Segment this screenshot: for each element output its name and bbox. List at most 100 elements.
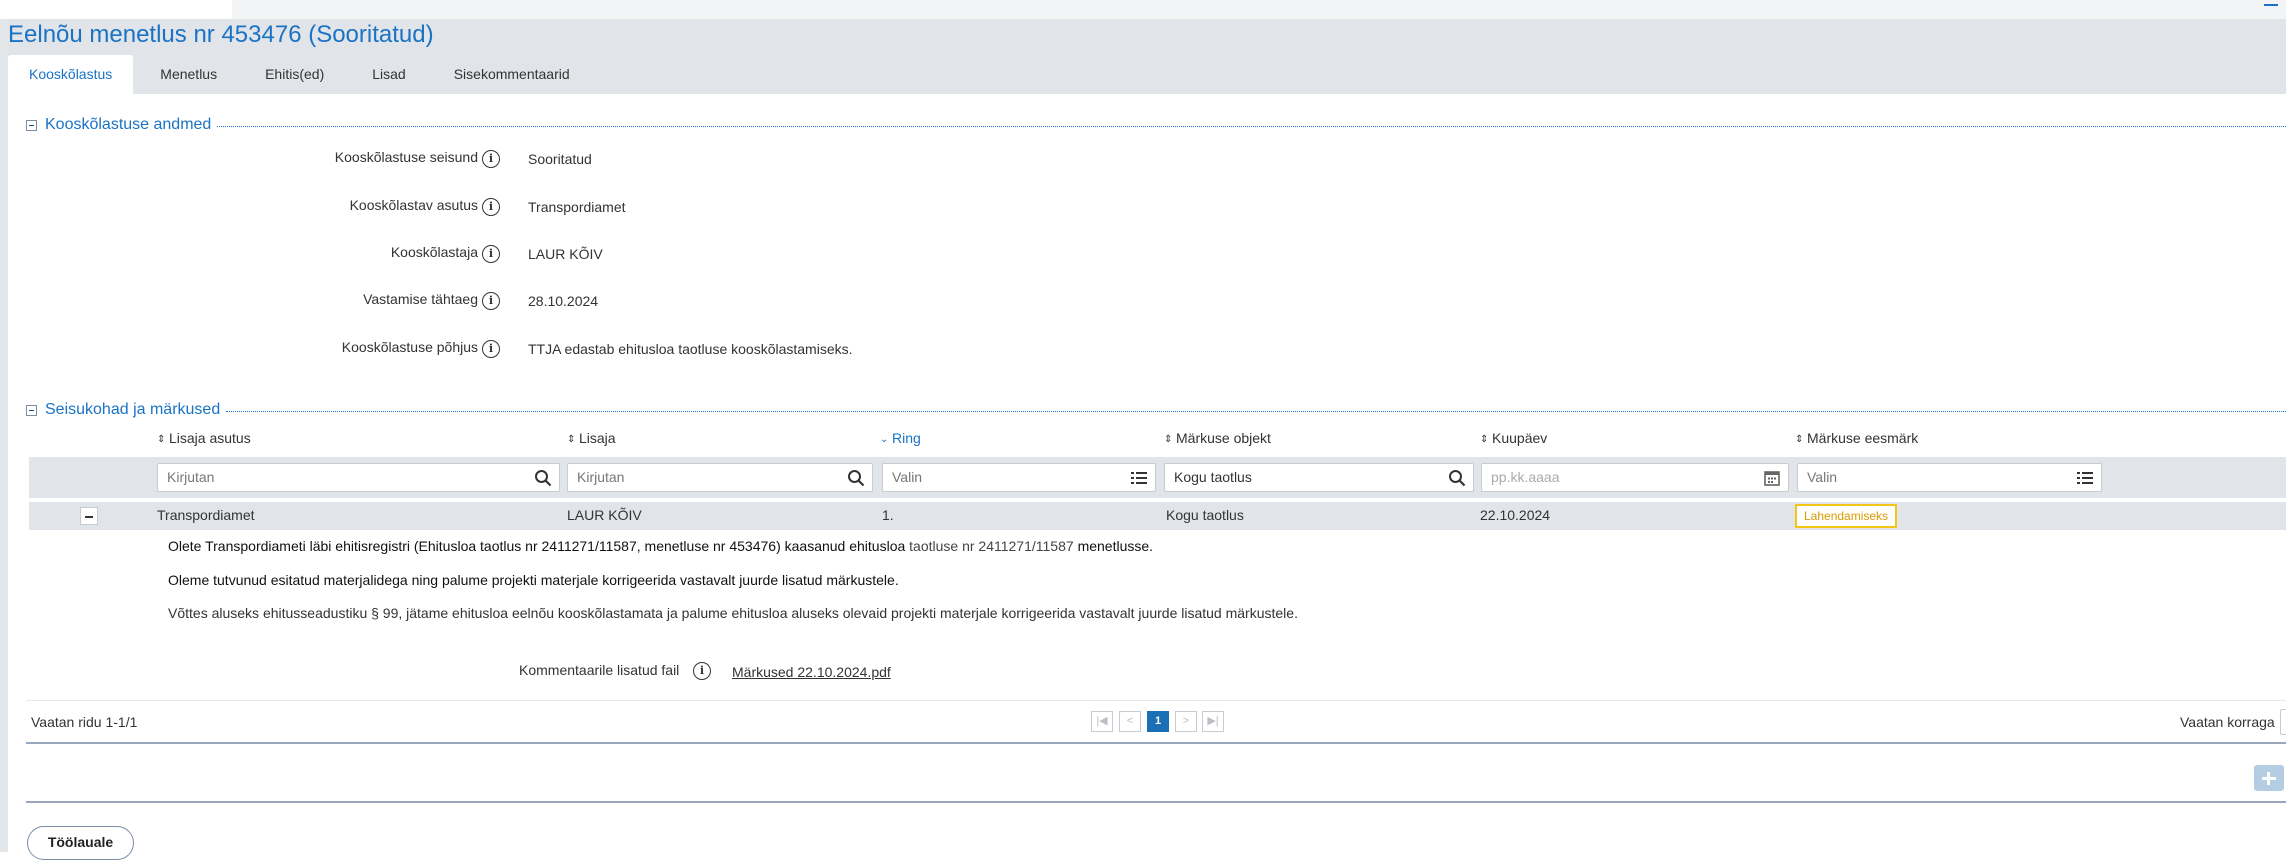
top-strip-left	[0, 0, 232, 19]
info-icon[interactable]: i	[482, 292, 500, 310]
column-label: Märkuse objekt	[1176, 430, 1271, 446]
column-header-date[interactable]: ⇕ Kuupäev	[1480, 430, 1547, 446]
field-label: Kooskõlastuse põhjus	[341, 339, 478, 355]
table-bottom-border	[26, 742, 2286, 744]
field-row-agency: Kooskõlastav asutus i Transpordiamet	[0, 197, 1200, 217]
sort-desc-icon: ⌄	[880, 434, 889, 445]
column-header-purpose[interactable]: ⇕ Märkuse eesmärk	[1795, 430, 1918, 446]
section-divider	[217, 125, 2286, 127]
worklist-button[interactable]: Töölauale	[27, 826, 134, 860]
filter-round-select[interactable]: Valin	[882, 463, 1156, 492]
field-label: Vastamise tähtaeg	[363, 291, 478, 307]
attachment-label: Kommentaarile lisatud fail	[519, 662, 680, 678]
comment-paragraph: Oleme tutvunud esitatud materjalidega ni…	[168, 572, 899, 588]
tab-ehitised[interactable]: Ehitis(ed)	[244, 55, 345, 94]
status-badge: Lahendamiseks	[1795, 504, 1898, 528]
column-header-author[interactable]: ⇕ Lisaja	[567, 430, 616, 446]
column-label: Lisaja asutus	[169, 430, 251, 446]
column-label: Ring	[892, 430, 921, 446]
cell-author: LAUR KÕIV	[567, 507, 642, 523]
page-button-current[interactable]: 1	[1147, 711, 1169, 732]
cell-object: Kogu taotlus	[1166, 507, 1244, 523]
next-page-button[interactable]: >	[1175, 711, 1197, 732]
section-divider	[226, 410, 2286, 412]
filter-object-input[interactable]: Kogu taotlus	[1164, 463, 1474, 492]
attachment-link[interactable]: Märkused 22.10.2024.pdf	[732, 664, 891, 680]
search-icon[interactable]	[1448, 469, 1466, 487]
collapse-row-icon[interactable]	[80, 507, 98, 525]
cell-date: 22.10.2024	[1480, 507, 1551, 523]
remarks-section-header: Seisukohad ja märkused	[26, 401, 2286, 419]
filter-agency-input[interactable]: Kirjutan	[157, 463, 560, 492]
field-value: LAUR KÕIV	[528, 246, 603, 262]
column-label: Lisaja	[579, 430, 616, 446]
sort-icon: ⇕	[1795, 434, 1804, 445]
info-icon[interactable]: i	[482, 340, 500, 358]
list-icon[interactable]	[2076, 469, 2094, 487]
search-icon[interactable]	[534, 469, 552, 487]
field-label: Kooskõlastav asutus	[349, 197, 478, 213]
per-page-select[interactable]	[2280, 709, 2286, 735]
last-page-button[interactable]: ▶|	[1202, 711, 1224, 732]
tab-sisekommentaarid[interactable]: Sisekommentaarid	[433, 55, 591, 94]
page-title: Eelnõu menetlus nr 453476 (Sooritatud)	[8, 21, 434, 48]
top-right-indicator	[2264, 0, 2278, 6]
filter-author-input[interactable]: Kirjutan	[567, 463, 873, 492]
comment-paragraph: Võttes aluseks ehitusseadustiku § 99, jä…	[168, 605, 1298, 621]
sort-icon: ⇕	[1480, 434, 1489, 445]
field-row-status: Kooskõlastuse seisund i Sooritatud	[0, 149, 1200, 169]
info-icon[interactable]: i	[482, 150, 500, 168]
row-count: Vaatan ridu 1-1/1	[31, 714, 138, 730]
comment-text: menetlusse.	[1077, 538, 1154, 554]
tab-lisad[interactable]: Lisad	[351, 55, 426, 94]
collapse-section-icon[interactable]	[26, 404, 37, 416]
tab-menetlus[interactable]: Menetlus	[139, 55, 238, 94]
sort-icon: ⇕	[157, 434, 166, 445]
cell-round: 1.	[882, 507, 894, 523]
first-page-button[interactable]: |◀	[1091, 711, 1113, 732]
collapse-section-icon[interactable]	[26, 119, 37, 131]
per-page-label: Vaatan korraga	[2180, 714, 2275, 730]
calendar-icon[interactable]	[1763, 469, 1781, 487]
list-icon[interactable]	[1130, 469, 1148, 487]
sort-icon: ⇕	[1164, 434, 1173, 445]
column-label: Märkuse eesmärk	[1807, 430, 1919, 446]
filter-placeholder: Kirjutan	[577, 469, 625, 485]
field-row-reason: Kooskõlastuse põhjus i TTJA edastab ehit…	[0, 339, 1200, 359]
column-header-round[interactable]: ⌄ Ring	[880, 430, 921, 446]
info-icon[interactable]: i	[482, 245, 500, 263]
prev-page-button[interactable]: <	[1119, 711, 1141, 732]
filter-placeholder: Valin	[892, 469, 923, 485]
column-header-agency[interactable]: ⇕ Lisaja asutus	[157, 430, 251, 446]
remarks-section-title: Seisukohad ja märkused	[45, 401, 221, 418]
info-icon[interactable]: i	[693, 662, 711, 680]
column-label: Kuupäev	[1492, 430, 1548, 446]
filter-purpose-select[interactable]: Valin	[1797, 463, 2102, 492]
info-icon[interactable]: i	[482, 198, 500, 216]
top-strip	[0, 0, 2286, 19]
field-value: Transpordiamet	[528, 199, 626, 215]
tab-kooskolastus[interactable]: Kooskõlastus	[8, 55, 134, 94]
field-value: Sooritatud	[528, 151, 592, 167]
table-row[interactable]	[29, 502, 2286, 530]
comment-text-reference: taotluse nr 2411271/11587	[909, 538, 1074, 554]
filter-placeholder: Valin	[1807, 469, 1838, 485]
page-header: Eelnõu menetlus nr 453476 (Sooritatud) K…	[8, 19, 2286, 94]
filter-value: Kogu taotlus	[1174, 469, 1252, 485]
search-icon[interactable]	[847, 469, 865, 487]
left-edge-bar	[0, 19, 8, 852]
tab-bar: Kooskõlastus Menetlus Ehitis(ed) Lisad S…	[8, 55, 591, 94]
details-section-header: Kooskõlastuse andmed	[26, 116, 2286, 134]
filter-placeholder: Kirjutan	[167, 469, 215, 485]
field-label: Kooskõlastuse seisund	[334, 149, 478, 165]
field-value: TTJA edastab ehitusloa taotluse kooskõla…	[528, 341, 853, 357]
filter-date-input[interactable]: pp.kk.aaaa	[1481, 463, 1789, 492]
paginator-divider	[26, 700, 2286, 701]
cell-agency: Transpordiamet	[157, 507, 255, 523]
filter-placeholder: pp.kk.aaaa	[1491, 469, 1560, 485]
comment-paragraph: Olete Transpordiameti läbi ehitisregistr…	[168, 538, 1153, 554]
column-header-object[interactable]: ⇕ Märkuse objekt	[1164, 430, 1271, 446]
comment-text: Olete Transpordiameti läbi ehitisregistr…	[168, 538, 906, 554]
field-label: Kooskõlastaja	[390, 244, 478, 260]
add-icon[interactable]	[2254, 765, 2284, 791]
